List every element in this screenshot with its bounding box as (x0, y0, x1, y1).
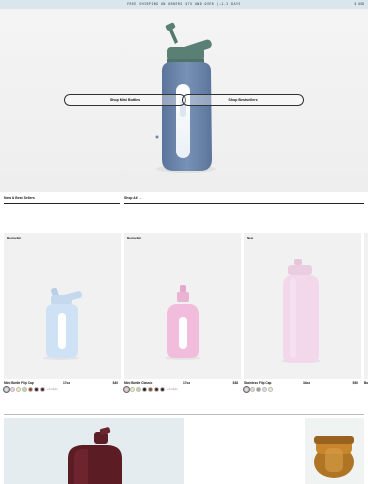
product-name[interactable]: Mini Bottle Classic (124, 381, 152, 385)
product-price: $40 (112, 381, 118, 385)
currency-selector[interactable]: $ USD (354, 2, 364, 6)
product-price: $38 (232, 381, 238, 385)
divider (124, 203, 364, 204)
product-card-partial[interactable] (364, 233, 368, 379)
product-info: Mini Bottle Flip Cap 17oz $40 +4 colors (2, 381, 121, 395)
color-swatch[interactable] (40, 387, 45, 392)
product-info: Bo (364, 381, 368, 395)
product-info: Stainless Flip Cap 34oz $50 (242, 381, 361, 395)
color-swatch[interactable] (28, 387, 33, 392)
color-swatch[interactable] (34, 387, 39, 392)
color-swatch[interactable] (142, 387, 147, 392)
announcement-next-arrow[interactable]: → (218, 1, 222, 6)
color-swatch[interactable] (242, 385, 251, 394)
product-info: Mini Bottle Classic 17oz $38 +4 colors (122, 381, 241, 395)
product-card-mini-flip[interactable]: Bestseller (4, 233, 121, 379)
divider (4, 203, 120, 204)
product-image-stainless-flip (281, 259, 321, 363)
color-swatch[interactable] (256, 387, 261, 392)
lifestyle-image-bottle[interactable] (4, 418, 184, 484)
more-colors-label[interactable]: +4 colors (167, 388, 178, 391)
shop-mini-bottles-button[interactable]: Shop Mini Bottles (64, 94, 186, 106)
hero-banner: Shop Mini Bottles Shop Bestsellers (0, 9, 368, 192)
product-size: 34oz (303, 381, 311, 385)
color-swatch[interactable] (268, 387, 273, 392)
product-size: 17oz (183, 381, 191, 385)
color-swatch[interactable] (148, 387, 153, 392)
product-image-mini-flip (43, 287, 83, 360)
product-card-mini-classic[interactable]: Bestseller (124, 233, 241, 379)
color-swatch[interactable] (130, 387, 135, 392)
shop-all-link[interactable]: Shop All → (124, 196, 142, 203)
color-swatch[interactable] (262, 387, 267, 392)
color-swatch[interactable] (2, 385, 11, 394)
color-swatch[interactable] (16, 387, 21, 392)
color-swatches: +4 colors (122, 385, 178, 394)
color-swatches: +4 colors (2, 385, 58, 394)
color-swatch[interactable] (136, 387, 141, 392)
product-size: 17oz (63, 381, 71, 385)
announcement-bar: ← FREE SHIPPING ON ORDERS $75 AND OVER |… (0, 0, 368, 9)
color-swatch[interactable] (22, 387, 27, 392)
product-name[interactable]: Stainless Flip Cap (244, 381, 271, 385)
color-swatch[interactable] (160, 387, 165, 392)
product-image-mini-classic (165, 285, 201, 360)
lifestyle-image-glass[interactable] (305, 418, 364, 484)
product-name[interactable]: Bo (364, 381, 368, 385)
new-best-sellers-tab[interactable]: New & Best Sellers (4, 196, 35, 203)
shop-bestsellers-button[interactable]: Shop Bestsellers (182, 94, 304, 106)
product-name[interactable]: Mini Bottle Flip Cap (4, 381, 34, 385)
bottle-photo (4, 418, 184, 484)
announcement-text: FREE SHIPPING ON ORDERS $75 AND OVER | 1… (127, 2, 241, 6)
color-swatch[interactable] (154, 387, 159, 392)
color-swatch[interactable] (250, 387, 255, 392)
product-price: $50 (352, 381, 358, 385)
glass-photo (305, 418, 364, 484)
more-colors-label[interactable]: +4 colors (47, 388, 58, 391)
color-swatch[interactable] (122, 385, 131, 394)
color-swatch[interactable] (10, 387, 15, 392)
section-divider (4, 414, 364, 415)
product-card-stainless-flip[interactable]: New (244, 233, 361, 379)
color-swatches (242, 385, 273, 394)
